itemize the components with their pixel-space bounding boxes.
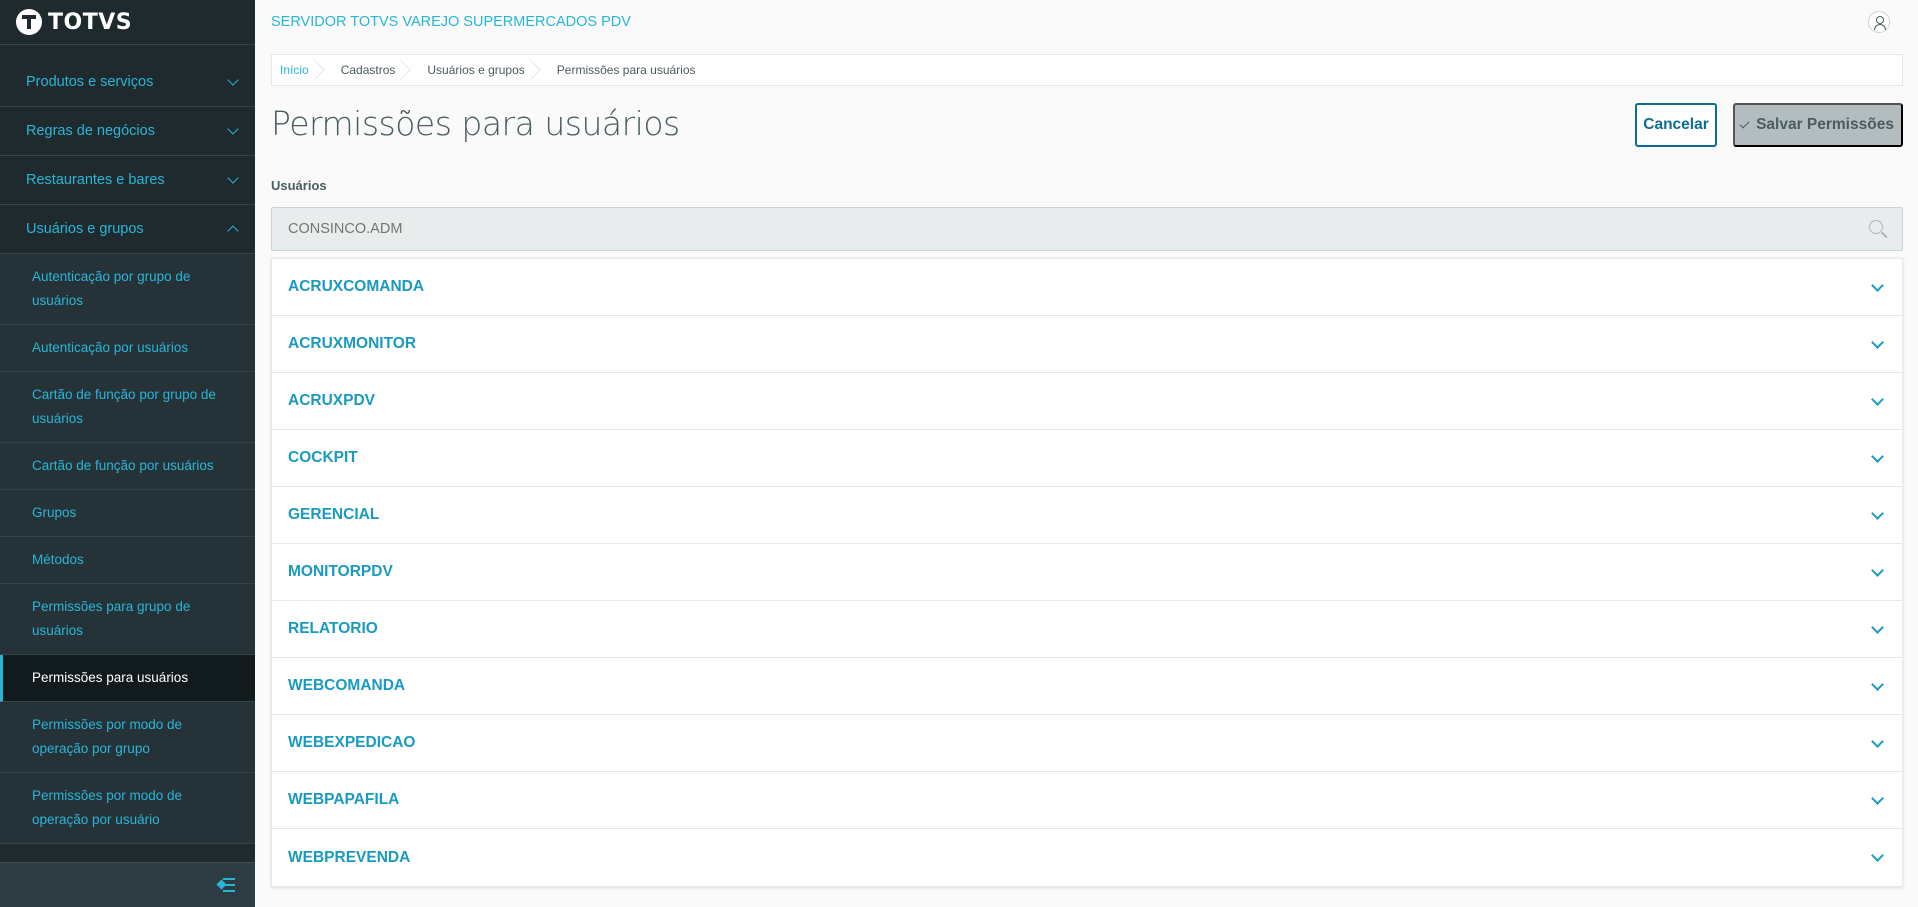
chevron-down-icon	[227, 123, 239, 135]
accordion-item-label: WEBPREVENDA	[288, 848, 411, 866]
chevron-down-icon	[1871, 335, 1884, 349]
accordion-item-label: WEBCOMANDA	[288, 677, 406, 694]
sidebar-menu: Produtos e serviços Regras de negócios R…	[0, 58, 255, 844]
chevron-down-icon	[1871, 849, 1884, 862]
chevron-up-icon	[227, 225, 239, 237]
save-button-label: Salvar Permissões	[1756, 116, 1894, 133]
chevron-down-icon	[1871, 278, 1884, 292]
accordion-item-label: WEBEXPEDICAO	[288, 734, 416, 751]
accordion-item-webpapafila[interactable]: WEBPAPAFILA	[272, 772, 1902, 829]
accordion-item-label: WEBPAPAFILA	[288, 791, 400, 808]
sidebar-item-cartao-funcao-usuarios[interactable]: Cartão de função por usuários	[0, 443, 255, 490]
accordion-item-monitorpdv[interactable]: MONITORPDV	[272, 544, 1902, 601]
breadcrumb-item-current: Permissões para usuários	[556, 63, 696, 77]
main-content: SERVIDOR TOTVS VAREJO SUPERMERCADOS PDV …	[255, 0, 1918, 907]
users-search-input[interactable]	[272, 208, 1902, 250]
accordion-item-webexpedicao[interactable]: WEBEXPEDICAO	[272, 715, 1902, 772]
users-search-box	[271, 207, 1903, 251]
accordion-item-label: GERENCIAL	[288, 506, 380, 523]
page-title: Permissões para usuários	[271, 104, 680, 143]
search-icon[interactable]	[1869, 220, 1888, 239]
check-icon	[1739, 118, 1750, 128]
accordion-item-acruxpdv[interactable]: ACRUXPDV	[272, 373, 1902, 430]
sidebar-section-regras-negocios[interactable]: Regras de negócios	[0, 107, 255, 156]
sidebar-item-autenticacao-grupo[interactable]: Autenticação por grupo de usuários	[0, 254, 255, 325]
accordion-item-label: MONITORPDV	[288, 563, 393, 580]
chevron-down-icon	[1871, 791, 1884, 805]
breadcrumb-item-usuarios-grupos: Usuários e grupos	[409, 54, 538, 86]
chevron-down-icon	[1871, 449, 1884, 463]
sidebar-footer	[0, 862, 255, 907]
sidebar-item-grupos[interactable]: Grupos	[0, 490, 255, 537]
accordion-item-label: COCKPIT	[288, 449, 358, 466]
collapse-menu-icon[interactable]	[216, 878, 235, 892]
accordion-item-label: RELATORIO	[288, 620, 378, 637]
accordion-item-cockpit[interactable]: COCKPIT	[272, 430, 1902, 487]
accordion-item-webcomanda[interactable]: WEBCOMANDA	[272, 658, 1902, 715]
sidebar-section-restaurantes-bares[interactable]: Restaurantes e bares	[0, 156, 255, 205]
sidebar-section-label: Restaurantes e bares	[26, 172, 165, 188]
sidebar-section-usuarios-grupos[interactable]: Usuários e grupos	[0, 205, 255, 254]
user-icon[interactable]	[1868, 11, 1890, 33]
breadcrumb: Início Cadastros Usuários e grupos Permi…	[271, 54, 1903, 86]
chevron-down-icon	[1871, 620, 1884, 634]
sidebar-item-permissoes-modo-grupo[interactable]: Permissões por modo de operação por grup…	[0, 702, 255, 773]
sidebar-item-permissoes-usuarios[interactable]: Permissões para usuários	[0, 655, 255, 702]
users-field-label: Usuários	[271, 178, 327, 193]
chevron-down-icon	[1871, 392, 1884, 406]
server-title: SERVIDOR TOTVS VAREJO SUPERMERCADOS PDV	[271, 14, 631, 30]
cancel-button-label: Cancelar	[1643, 116, 1709, 133]
cancel-button[interactable]: Cancelar	[1635, 103, 1717, 147]
accordion-item-label: ACRUXPDV	[288, 392, 375, 409]
sidebar-submenu: Autenticação por grupo de usuários Auten…	[0, 254, 255, 844]
save-permissions-button[interactable]: Salvar Permissões	[1733, 103, 1903, 147]
chevron-down-icon	[1871, 734, 1884, 748]
accordion-item-acruxmonitor[interactable]: ACRUXMONITOR	[272, 316, 1902, 373]
accordion-item-relatorio[interactable]: RELATORIO	[272, 601, 1902, 658]
sidebar-section-produtos-servicos[interactable]: Produtos e serviços	[0, 58, 255, 107]
accordion-item-label: ACRUXMONITOR	[288, 335, 417, 352]
sidebar-item-metodos[interactable]: Métodos	[0, 537, 255, 584]
breadcrumb-item-inicio[interactable]: Início	[272, 54, 323, 86]
sidebar-section-label: Produtos e serviços	[26, 74, 154, 90]
sidebar-item-cartao-funcao-grupo[interactable]: Cartão de função por grupo de usuários	[0, 372, 255, 443]
sidebar-item-autenticacao-usuarios[interactable]: Autenticação por usuários	[0, 325, 255, 372]
sidebar-item-permissoes-grupo[interactable]: Permissões para grupo de usuários	[0, 584, 255, 655]
totvs-logo-icon	[16, 9, 42, 35]
chevron-down-icon	[227, 172, 239, 184]
sidebar-section-label: Regras de negócios	[26, 123, 155, 139]
systems-accordion: ACRUXCOMANDA ACRUXMONITOR ACRUXPDV COCKP…	[271, 258, 1903, 887]
logo[interactable]: TOTVS	[0, 0, 255, 45]
accordion-item-acruxcomanda[interactable]: ACRUXCOMANDA	[272, 259, 1902, 316]
logo-text: TOTVS	[48, 9, 133, 35]
accordion-item-gerencial[interactable]: GERENCIAL	[272, 487, 1902, 544]
accordion-item-webprevenda[interactable]: WEBPREVENDA	[272, 829, 1902, 886]
chevron-down-icon	[1871, 677, 1884, 691]
chevron-down-icon	[1871, 506, 1884, 520]
chevron-down-icon	[227, 74, 239, 86]
chevron-down-icon	[1871, 563, 1884, 577]
accordion-item-label: ACRUXCOMANDA	[288, 278, 425, 295]
sidebar: TOTVS Produtos e serviços Regras de negó…	[0, 0, 255, 907]
breadcrumb-item-cadastros: Cadastros	[323, 54, 410, 86]
sidebar-item-permissoes-modo-usuario[interactable]: Permissões por modo de operação por usuá…	[0, 773, 255, 844]
sidebar-section-label: Usuários e grupos	[26, 221, 144, 237]
